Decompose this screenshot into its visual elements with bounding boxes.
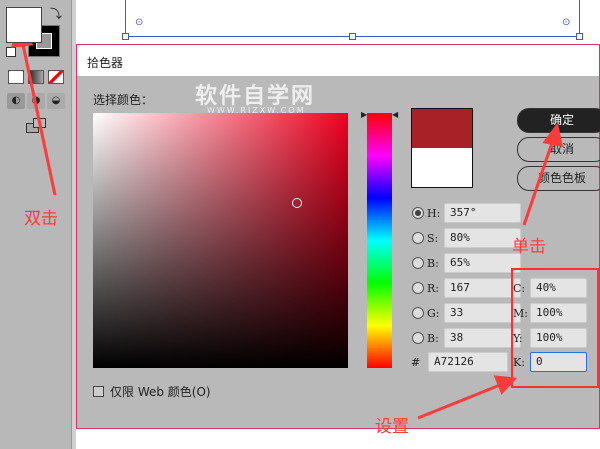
annotation-arrows	[10, 22, 563, 420]
annotation-single-click: 单击	[512, 237, 546, 257]
annotation-double-click: 双击	[24, 209, 58, 229]
arrowhead	[542, 122, 563, 147]
arrowhead	[493, 375, 518, 395]
arrow-to-ok-button	[522, 139, 555, 226]
arrow-to-cmyk	[417, 383, 501, 420]
fill-color-swatch[interactable]	[6, 7, 42, 43]
annotation-set: 设置	[375, 417, 409, 437]
arrow-to-fill-swatch	[20, 39, 57, 196]
